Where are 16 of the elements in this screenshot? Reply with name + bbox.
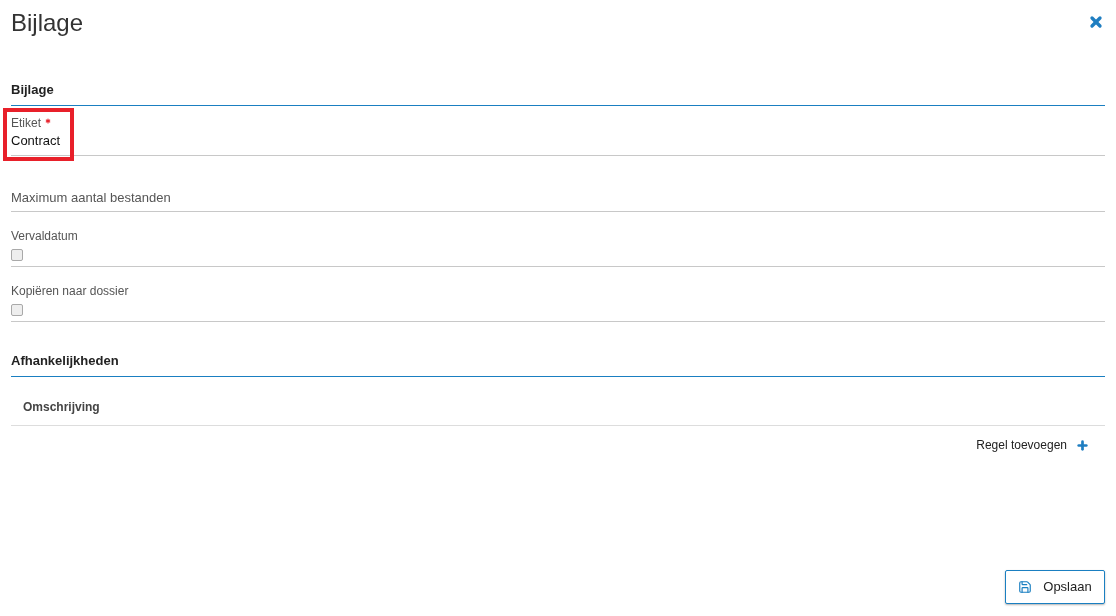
section-heading: Afhankelijkheden — [11, 353, 119, 369]
close-button[interactable] — [1088, 14, 1104, 30]
plus-icon — [1076, 438, 1089, 452]
column-header: Omschrijving — [23, 399, 100, 415]
dialog-title: Bijlage — [11, 9, 84, 37]
checkbox[interactable] — [11, 249, 23, 261]
text-field[interactable]: Contract — [11, 131, 1105, 156]
add-row-button[interactable]: Regel toevoegen — [976, 437, 1089, 453]
field-label: Vervaldatum — [11, 228, 78, 244]
section-heading: Bijlage — [11, 82, 54, 98]
field-label: Etiket — [11, 115, 41, 131]
save-button[interactable]: Opslaan — [1005, 570, 1105, 604]
close-icon — [1088, 14, 1104, 30]
field-label: Kopiëren naar dossier — [11, 283, 129, 299]
checkbox[interactable] — [11, 304, 23, 316]
number-field[interactable]: Maximum aantal bestanden — [11, 156, 1105, 212]
